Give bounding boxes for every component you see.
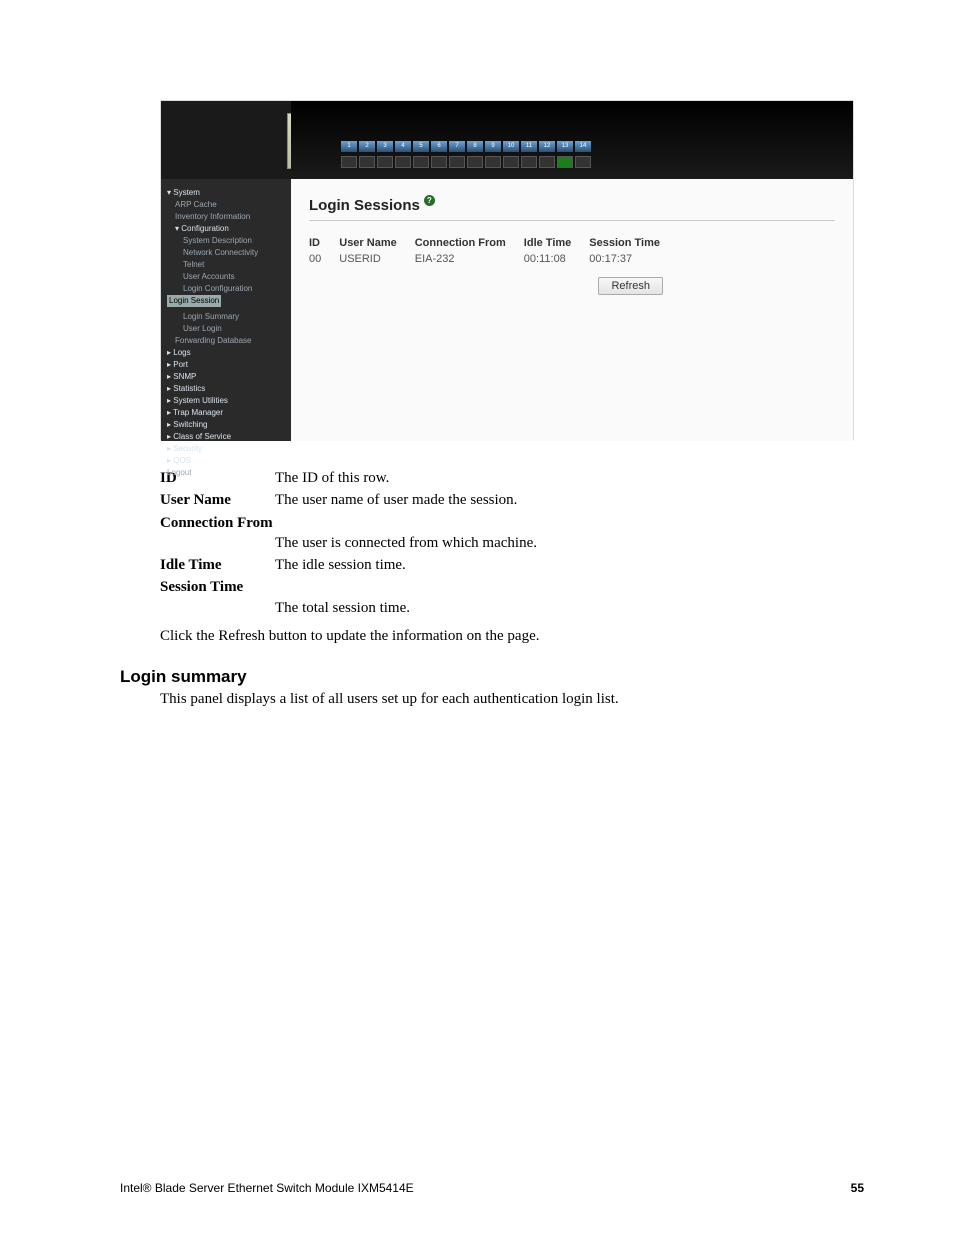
port-indicator[interactable] [359, 156, 375, 168]
sidebar-item[interactable]: User Accounts [167, 271, 285, 283]
definition-description: The idle session time. [275, 555, 406, 575]
sidebar-item[interactable]: User Login [167, 323, 285, 335]
port-indicator[interactable] [539, 156, 555, 168]
definition-list: IDThe ID of this row.User NameThe user n… [160, 468, 864, 618]
sidebar-item[interactable]: ▸ Logs [167, 347, 285, 359]
port-number: 8 [467, 141, 483, 152]
sidebar-item[interactable]: Network Connectivity [167, 247, 285, 259]
definition-row: Idle TimeThe idle session time. [160, 555, 864, 575]
device-logo-area [161, 101, 291, 179]
port-number: 6 [431, 141, 447, 152]
sidebar-item[interactable]: ▸ System Utilities [167, 395, 285, 407]
port-number-row: 1234567891011121314 [341, 141, 591, 152]
panel-title-text: Login Sessions [309, 197, 420, 214]
table-header-cell: User Name [339, 235, 414, 251]
sidebar-item[interactable]: ▸ Switching [167, 419, 285, 431]
sidebar-item[interactable]: Login Summary [167, 311, 285, 323]
table-header-cell: Idle Time [524, 235, 589, 251]
definition-description: The user name of user made the session. [275, 490, 517, 510]
sidebar-item[interactable]: ▸ QOS [167, 455, 285, 467]
nav-sidebar: ▾ SystemARP CacheInventory Information▾ … [161, 179, 291, 441]
port-number: 1 [341, 141, 357, 152]
sidebar-item[interactable]: Login Configuration [167, 283, 285, 295]
sidebar-item[interactable]: ▸ Trap Manager [167, 407, 285, 419]
sidebar-item[interactable]: ▸ Port [167, 359, 285, 371]
sidebar-item[interactable]: ARP Cache [167, 199, 285, 211]
section-heading-login-summary: Login summary [120, 667, 864, 687]
refresh-instruction: Click the Refresh button to update the i… [160, 628, 864, 645]
sidebar-item[interactable]: System Description [167, 235, 285, 247]
table-cell: 00 [309, 251, 339, 267]
definition-description: The total session time. [160, 598, 864, 618]
port-number: 11 [521, 141, 537, 152]
port-indicator-row [341, 156, 591, 168]
footer-product: Intel® Blade Server Ethernet Switch Modu… [120, 1181, 414, 1195]
table-cell: USERID [339, 251, 414, 267]
port-indicator[interactable] [467, 156, 483, 168]
app-screenshot: 1234567891011121314 ▾ SystemARP CacheInv… [160, 100, 854, 440]
port-number: 9 [485, 141, 501, 152]
section-body-login-summary: This panel displays a list of all users … [160, 691, 864, 708]
port-number: 12 [539, 141, 555, 152]
port-number: 13 [557, 141, 573, 152]
port-number: 5 [413, 141, 429, 152]
help-icon[interactable]: ? [424, 195, 435, 206]
sidebar-item[interactable]: Login Session [167, 295, 221, 307]
screenshot-header: 1234567891011121314 [161, 101, 853, 179]
port-indicator[interactable] [395, 156, 411, 168]
port-number: 3 [377, 141, 393, 152]
table-header-cell: ID [309, 235, 339, 251]
port-number: 2 [359, 141, 375, 152]
port-number: 4 [395, 141, 411, 152]
port-number: 10 [503, 141, 519, 152]
table-header-cell: Connection From [415, 235, 524, 251]
definition-row: Connection FromThe user is connected fro… [160, 513, 864, 554]
table-cell: 00:11:08 [524, 251, 589, 267]
definition-term: User Name [160, 490, 275, 510]
table-header-cell: Session Time [589, 235, 678, 251]
port-indicator[interactable] [485, 156, 501, 168]
page-footer: Intel® Blade Server Ethernet Switch Modu… [120, 1181, 864, 1195]
sidebar-item[interactable]: ▾ System [167, 187, 285, 199]
sidebar-item[interactable]: ▸ Class of Service [167, 431, 285, 443]
definition-description: The ID of this row. [275, 468, 389, 488]
panel-title: Login Sessions ? [309, 197, 835, 221]
table-row: 00USERIDEIA-23200:11:0800:17:37 [309, 251, 678, 267]
content-pane: Login Sessions ? IDUser NameConnection F… [291, 179, 853, 441]
sidebar-item[interactable]: Logout [167, 467, 285, 479]
port-indicator[interactable] [449, 156, 465, 168]
sidebar-item[interactable]: Inventory Information [167, 211, 285, 223]
table-header-row: IDUser NameConnection FromIdle TimeSessi… [309, 235, 678, 251]
port-indicator[interactable] [341, 156, 357, 168]
definition-term: Session Time [160, 577, 275, 597]
sidebar-item[interactable]: Forwarding Database [167, 335, 285, 347]
port-panel: 1234567891011121314 [291, 101, 853, 179]
footer-page-number: 55 [851, 1181, 864, 1195]
sidebar-item[interactable]: Telnet [167, 259, 285, 271]
port-indicator[interactable] [503, 156, 519, 168]
definition-row: Session TimeThe total session time. [160, 577, 864, 618]
port-indicator[interactable] [557, 156, 573, 168]
sessions-table: IDUser NameConnection FromIdle TimeSessi… [309, 235, 678, 267]
port-number: 7 [449, 141, 465, 152]
sidebar-item[interactable]: ▸ Statistics [167, 383, 285, 395]
sidebar-item[interactable]: ▾ Configuration [167, 223, 285, 235]
port-indicator[interactable] [377, 156, 393, 168]
port-number: 14 [575, 141, 591, 152]
sidebar-item[interactable]: ▸ SNMP [167, 371, 285, 383]
port-indicator[interactable] [413, 156, 429, 168]
port-indicator[interactable] [431, 156, 447, 168]
sidebar-item[interactable]: ▸ Security [167, 443, 285, 455]
definition-term: Idle Time [160, 555, 275, 575]
table-cell: EIA-232 [415, 251, 524, 267]
refresh-button[interactable]: Refresh [598, 277, 663, 295]
definition-description: The user is connected from which machine… [160, 533, 864, 553]
definition-term: Connection From [160, 513, 275, 533]
table-cell: 00:17:37 [589, 251, 678, 267]
port-indicator[interactable] [521, 156, 537, 168]
definition-row: User NameThe user name of user made the … [160, 490, 864, 510]
port-indicator[interactable] [575, 156, 591, 168]
